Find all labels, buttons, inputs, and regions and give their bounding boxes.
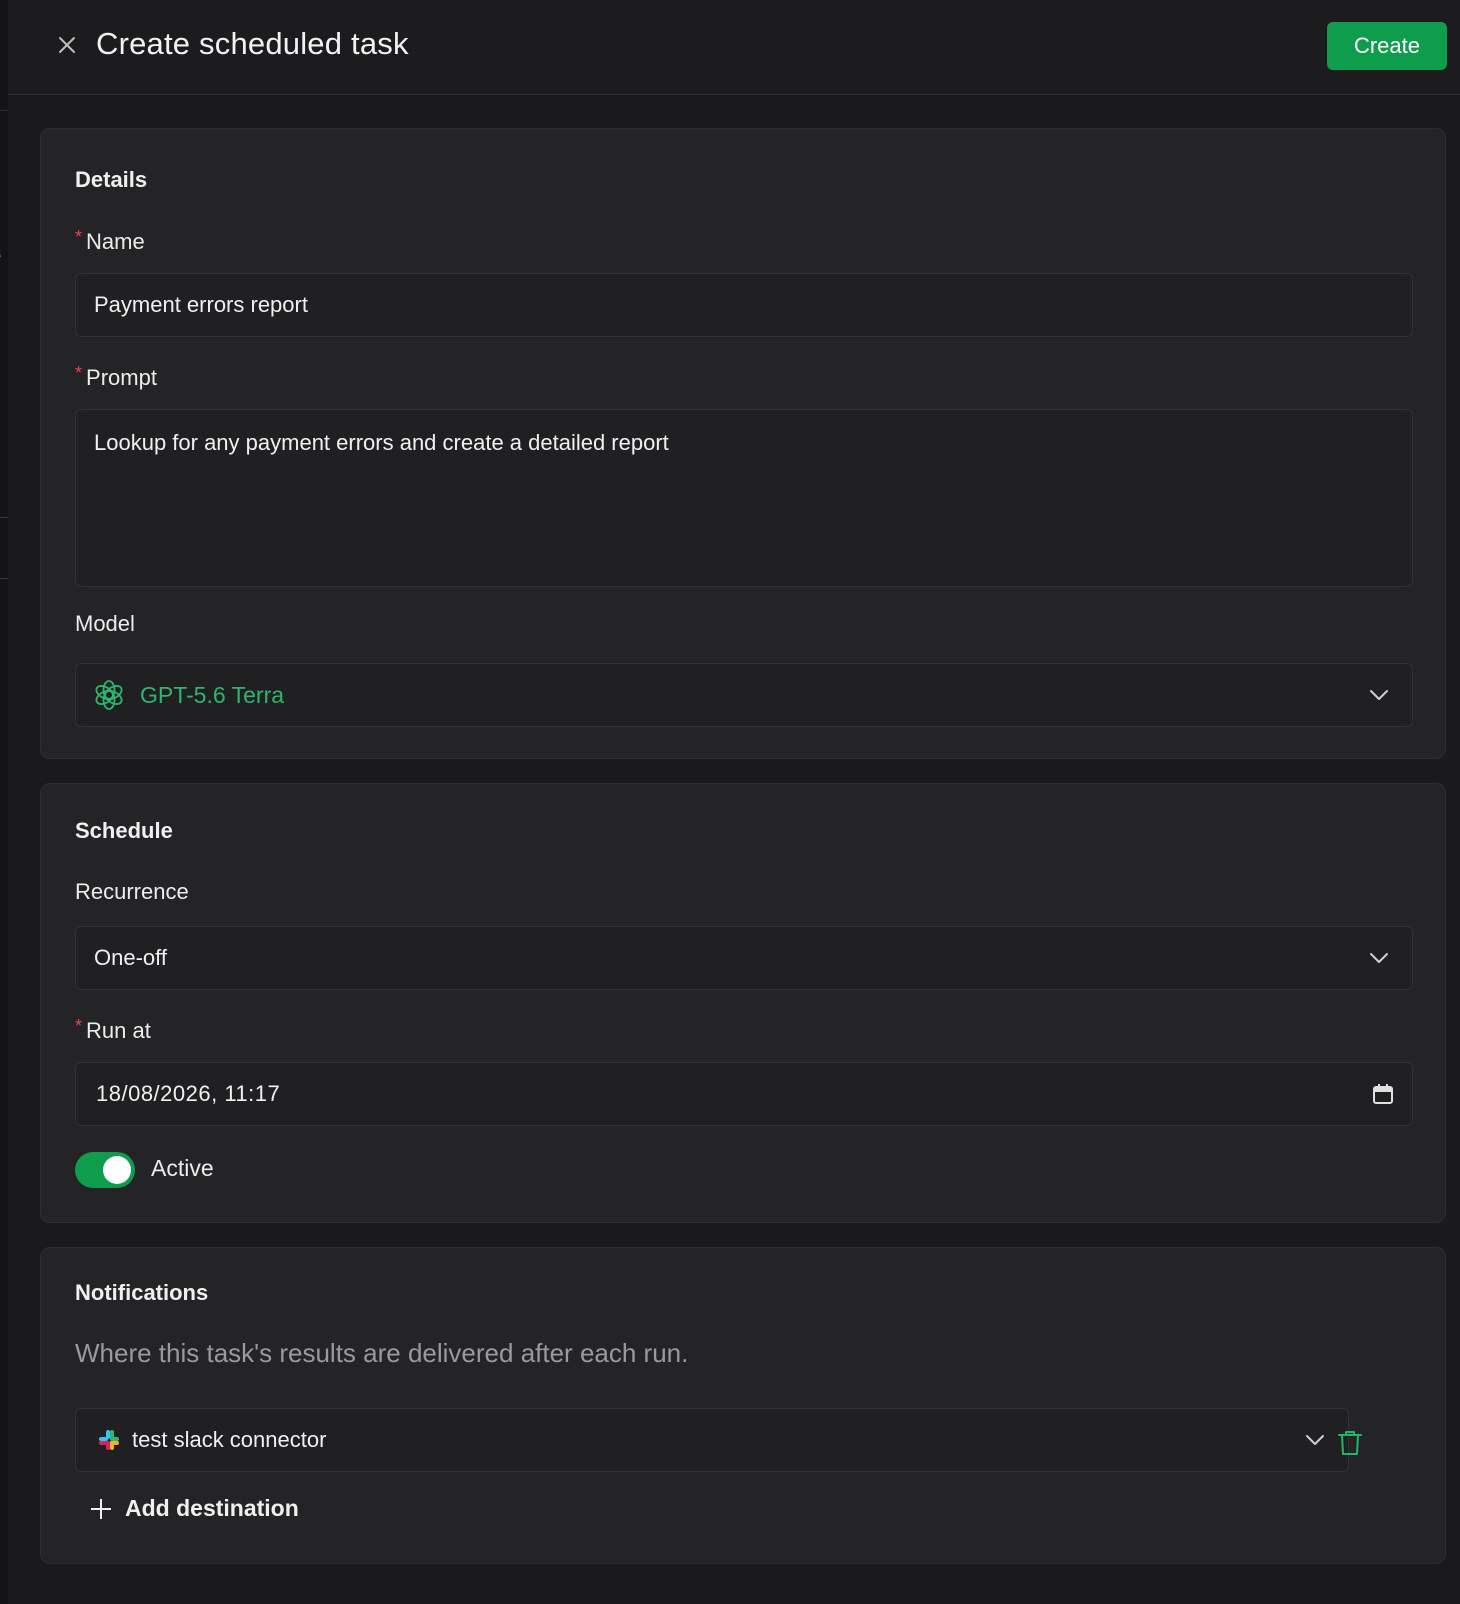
- notifications-card: Notifications Where this task's results …: [40, 1247, 1446, 1564]
- active-toggle[interactable]: [75, 1152, 135, 1188]
- run-at-label: * Run at: [75, 1016, 151, 1043]
- schedule-card: Schedule Recurrence One-off * Run at 18/0…: [40, 783, 1446, 1223]
- chevron-down-icon: [1368, 947, 1390, 969]
- edge-divider: [0, 517, 8, 518]
- create-button[interactable]: Create: [1327, 22, 1447, 70]
- details-card: Details * Name Payment errors report * Pro…: [40, 128, 1446, 759]
- destination-select[interactable]: test slack connector: [75, 1408, 1349, 1472]
- calendar-icon[interactable]: [1372, 1083, 1394, 1105]
- toggle-knob: [103, 1156, 131, 1184]
- edge-divider: [0, 578, 8, 579]
- prompt-label: * Prompt: [75, 363, 157, 390]
- model-select-value: GPT-5.6 Terra: [140, 681, 285, 708]
- name-label: * Name: [75, 227, 145, 254]
- destination-select-value: test slack connector: [132, 1427, 327, 1452]
- required-marker: *: [75, 363, 83, 383]
- details-section-title: Details: [75, 167, 148, 192]
- run-at-input-value: 18/08/2026, 11:17: [96, 1081, 281, 1106]
- page-title: Create scheduled task: [96, 26, 409, 61]
- prompt-textarea[interactable]: Lookup for any payment errors and create…: [75, 409, 1413, 587]
- close-icon: [59, 37, 75, 53]
- top-bar: Create scheduled task Create: [8, 0, 1460, 95]
- edge-glyph: \: [0, 244, 1, 260]
- name-input[interactable]: Payment errors report: [75, 273, 1413, 337]
- recurrence-select-value: One-off: [94, 945, 167, 970]
- model-select[interactable]: GPT-5.6 Terra: [75, 663, 1413, 727]
- notifications-section-title: Notifications: [75, 1280, 209, 1305]
- add-destination-label: Add destination: [125, 1495, 299, 1521]
- run-at-input[interactable]: 18/08/2026, 11:17: [75, 1062, 1413, 1126]
- plus-icon: [91, 1498, 111, 1519]
- add-destination-button[interactable]: Add destination: [89, 1495, 299, 1522]
- left-edge-panel: \: [0, 0, 8, 1604]
- active-toggle-label: Active: [151, 1155, 214, 1181]
- required-marker: *: [75, 1016, 83, 1036]
- schedule-section-title: Schedule: [75, 818, 173, 843]
- trash-icon: [1338, 1431, 1362, 1455]
- delete-destination-button[interactable]: [1334, 1427, 1366, 1459]
- name-input-value: Payment errors report: [94, 292, 308, 317]
- model-label: Model: [75, 611, 135, 636]
- required-marker: *: [75, 227, 83, 247]
- edge-divider: [0, 110, 8, 111]
- openai-icon: [92, 678, 126, 712]
- chevron-down-icon: [1368, 684, 1390, 706]
- slack-icon: [99, 1430, 119, 1450]
- prompt-textarea-value: Lookup for any payment errors and create…: [94, 430, 669, 455]
- chevron-down-icon: [1304, 1429, 1326, 1451]
- notifications-help-text: Where this task's results are delivered …: [75, 1338, 689, 1368]
- recurrence-select[interactable]: One-off: [75, 926, 1413, 990]
- recurrence-label: Recurrence: [75, 879, 189, 904]
- close-button[interactable]: [52, 30, 82, 60]
